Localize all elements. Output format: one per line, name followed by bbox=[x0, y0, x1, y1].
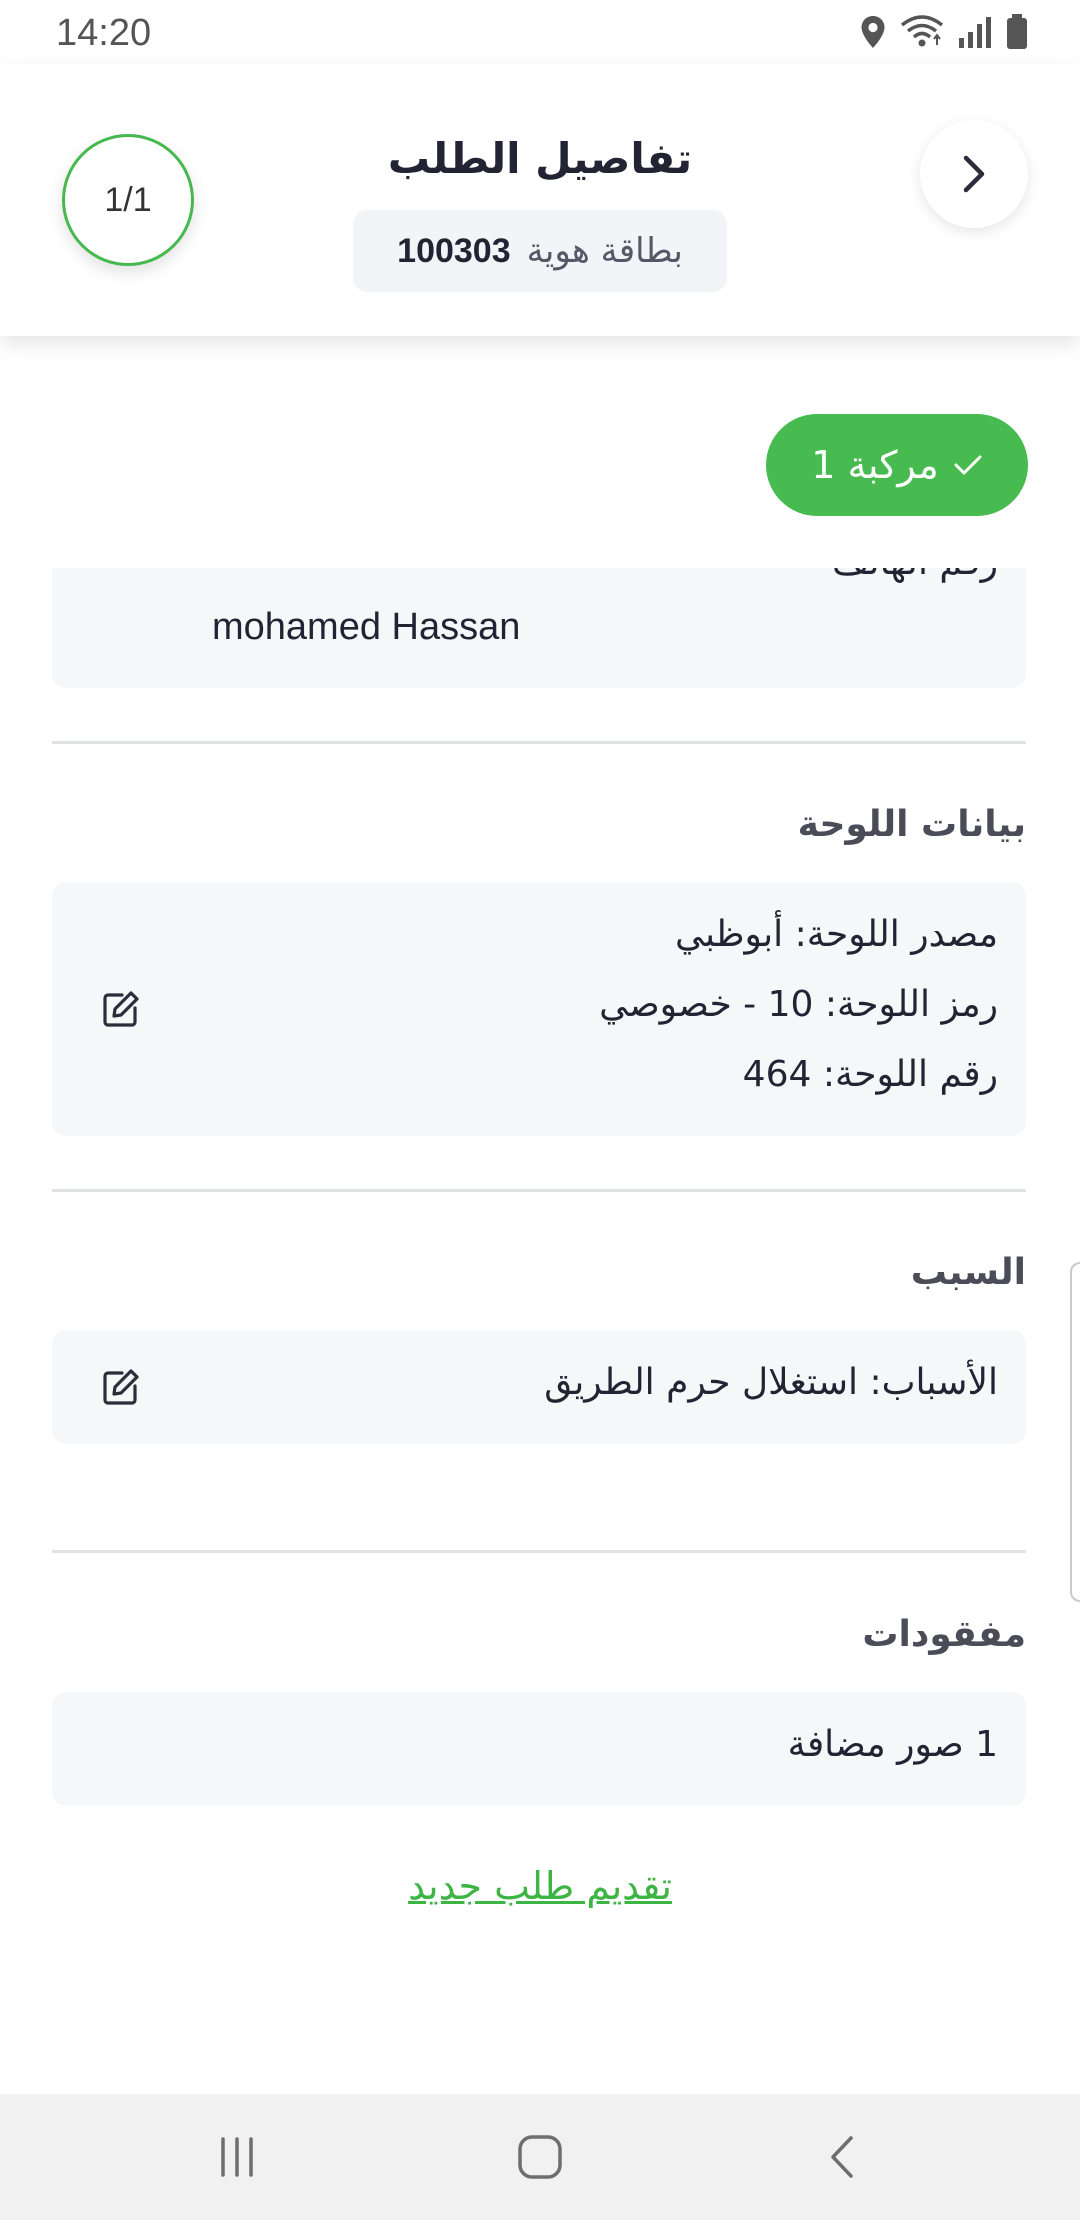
status-time: 14:20 bbox=[56, 12, 152, 54]
wifi-icon bbox=[900, 15, 944, 47]
id-chip-value: 100303 bbox=[397, 231, 511, 270]
new-request-link[interactable]: تقديم طلب جديد bbox=[0, 1864, 1080, 1908]
reason-card: الأسباب: استغلال حرم الطريق bbox=[52, 1330, 1026, 1444]
divider bbox=[52, 1550, 1026, 1553]
divider bbox=[52, 741, 1026, 744]
scrollbar[interactable] bbox=[1070, 1262, 1080, 1602]
owner-card: رقم الهاتف mohamed Hassan bbox=[52, 568, 1026, 688]
recent-apps-icon bbox=[221, 2137, 253, 2177]
battery-icon bbox=[1007, 14, 1027, 49]
plate-number: رقم اللوحة: 464 bbox=[742, 1054, 998, 1095]
nav-back-button[interactable] bbox=[807, 2124, 877, 2190]
edit-reason-button[interactable] bbox=[96, 1362, 146, 1412]
id-chip-label: بطاقة هوية bbox=[526, 231, 683, 271]
reason-text: الأسباب: استغلال حرم الطريق bbox=[544, 1362, 998, 1403]
divider bbox=[52, 1189, 1026, 1192]
home-button[interactable] bbox=[505, 2124, 575, 2190]
vehicle-tab-label: مركبة 1 bbox=[811, 443, 939, 487]
details-scroll-area[interactable]: رقم الهاتف mohamed Hassan بيانات اللوحة … bbox=[0, 568, 1080, 2088]
header: 1/1 تفاصيل الطلب بطاقة هوية 100303 bbox=[0, 64, 1080, 336]
lost-card[interactable]: 1 صور مضافة bbox=[52, 1692, 1026, 1806]
plate-section-title: بيانات اللوحة bbox=[797, 804, 1026, 845]
page-title: تفاصيل الطلب bbox=[387, 134, 693, 183]
id-chip: بطاقة هوية 100303 bbox=[353, 210, 727, 292]
chevron-right-icon bbox=[963, 155, 985, 193]
lost-section-title: مفقودات bbox=[862, 1614, 1026, 1655]
edit-icon bbox=[103, 1369, 139, 1405]
signal-icon bbox=[959, 17, 991, 48]
back-button[interactable] bbox=[920, 120, 1028, 228]
status-bar: 14:20 bbox=[0, 0, 1080, 64]
owner-name: mohamed Hassan bbox=[212, 606, 521, 648]
recent-apps-button[interactable] bbox=[202, 2124, 272, 2190]
home-icon bbox=[518, 2135, 562, 2179]
plate-card: مصدر اللوحة: أبوظبي رمز اللوحة: 10 - خصو… bbox=[52, 882, 1026, 1136]
plate-source: مصدر اللوحة: أبوظبي bbox=[675, 914, 998, 955]
status-icons bbox=[860, 14, 1028, 50]
lost-photos-count: 1 صور مضافة bbox=[787, 1724, 998, 1765]
owner-phone-label: رقم الهاتف bbox=[832, 568, 998, 583]
reason-section-title: السبب bbox=[910, 1252, 1026, 1293]
edit-plate-button[interactable] bbox=[96, 984, 146, 1034]
plate-code: رمز اللوحة: 10 - خصوصي bbox=[599, 984, 998, 1025]
system-nav-bar bbox=[0, 2094, 1080, 2220]
location-icon bbox=[861, 16, 885, 48]
check-icon bbox=[954, 455, 982, 475]
back-chevron-icon bbox=[831, 2136, 853, 2178]
edit-icon bbox=[103, 991, 139, 1027]
vehicle-tab[interactable]: مركبة 1 bbox=[766, 414, 1028, 516]
